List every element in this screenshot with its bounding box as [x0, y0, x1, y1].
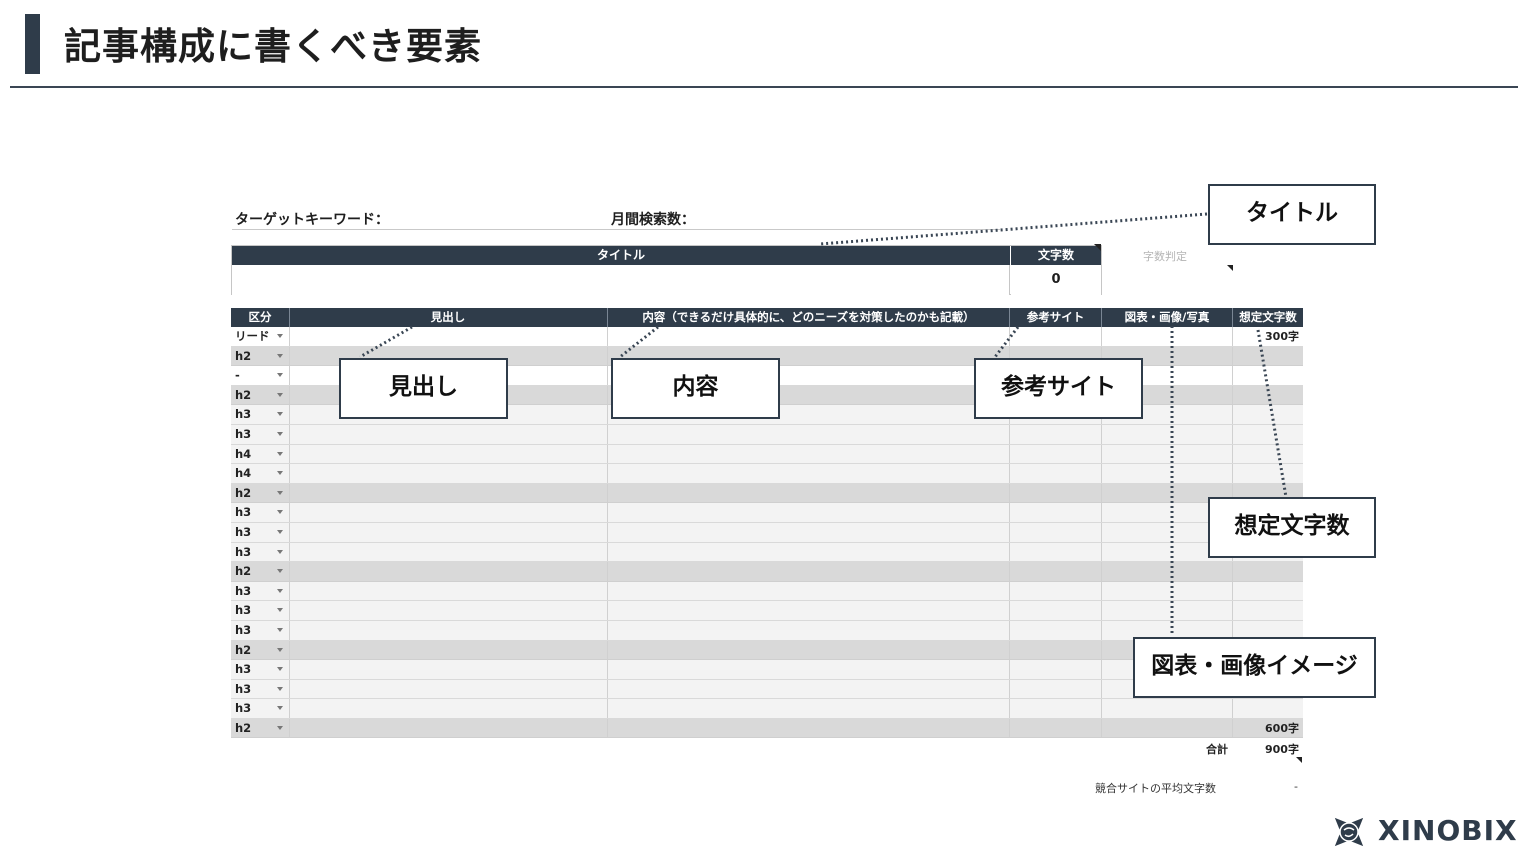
page-title: 記事構成に書くべき要素: [64, 25, 482, 68]
col-figure-header: 図表・画像/写真: [1124, 310, 1210, 324]
title-table: タイトル 文字数 0: [231, 245, 1102, 295]
callout-figure: 図表・画像イメージ: [1133, 637, 1376, 698]
expected-chars-cell[interactable]: 600字: [1265, 719, 1299, 738]
kubun-select[interactable]: h3: [235, 699, 251, 718]
title-accent-bar: [25, 14, 40, 74]
dropdown-arrow-icon[interactable]: [277, 451, 283, 456]
title-input-cell[interactable]: [232, 265, 1010, 295]
dropdown-arrow-icon[interactable]: [277, 686, 283, 691]
table-row: リード 300字: [231, 327, 1303, 347]
dropdown-arrow-icon[interactable]: [277, 334, 283, 338]
kubun-select[interactable]: h3: [235, 601, 251, 620]
dropdown-arrow-icon[interactable]: [277, 608, 283, 613]
col-content-header: 内容（できるだけ具体的に、どのニーズを対策したのかも記載）: [642, 310, 975, 324]
kubun-select[interactable]: h2: [235, 484, 251, 503]
kubun-select[interactable]: h3: [235, 660, 251, 679]
title-header: タイトル: [232, 246, 1010, 265]
dropdown-arrow-icon[interactable]: [277, 569, 283, 574]
dropdown-arrow-icon[interactable]: [277, 353, 283, 358]
col-reference-header: 参考サイト: [1026, 310, 1085, 324]
callout-title: タイトル: [1208, 184, 1376, 245]
dropdown-arrow-icon[interactable]: [277, 431, 283, 436]
kubun-select[interactable]: h2: [235, 719, 251, 738]
kubun-select[interactable]: h2: [235, 386, 251, 405]
dropdown-arrow-icon[interactable]: [277, 647, 283, 652]
kubun-select[interactable]: h3: [235, 582, 251, 601]
table-row: h3: [231, 522, 1303, 543]
competitor-avg-value: -: [1294, 780, 1298, 793]
kubun-select[interactable]: h2: [235, 347, 251, 366]
table-row: h3: [231, 601, 1303, 621]
total-label: 合計: [1206, 743, 1228, 756]
dropdown-arrow-icon[interactable]: [277, 725, 283, 730]
monthly-search-label: 月間検索数：: [611, 212, 695, 228]
kubun-select[interactable]: h4: [235, 445, 251, 464]
kubun-select[interactable]: h2: [235, 562, 251, 581]
table-row: h4: [231, 444, 1303, 465]
char-count-header: 文字数: [1011, 246, 1101, 265]
col-kubun-header: 区分: [248, 310, 272, 324]
dropdown-arrow-icon[interactable]: [277, 588, 283, 593]
dropdown-arrow-icon[interactable]: [277, 471, 283, 476]
title-divider: [10, 86, 1518, 88]
kubun-select[interactable]: h3: [235, 680, 251, 699]
kubun-select[interactable]: h3: [235, 425, 251, 444]
dropdown-arrow-icon[interactable]: [277, 490, 283, 495]
table-row: h3: [231, 581, 1303, 602]
table-row: h2: [231, 483, 1303, 504]
kubun-select[interactable]: h3: [235, 543, 251, 562]
ninja-star-logo-icon: [1334, 817, 1364, 847]
table-row: h3: [231, 424, 1303, 445]
kubun-select[interactable]: h4: [235, 464, 251, 483]
expected-chars-cell[interactable]: 300字: [1265, 327, 1299, 346]
total-value: 900字: [1265, 743, 1299, 756]
kubun-select[interactable]: h3: [235, 405, 251, 424]
kubun-select[interactable]: h2: [235, 641, 251, 660]
note-marker-icon: [1094, 244, 1101, 251]
callout-expected-chars: 想定文字数: [1208, 497, 1376, 558]
col-heading-header: 見出し: [430, 310, 466, 324]
kubun-select[interactable]: h3: [235, 503, 251, 522]
dropdown-arrow-icon[interactable]: [277, 549, 283, 554]
note-marker-icon: [1296, 757, 1302, 763]
dropdown-arrow-icon[interactable]: [277, 706, 283, 711]
table-row: h3: [231, 542, 1303, 563]
table-row: h3: [231, 503, 1303, 523]
dropdown-arrow-icon[interactable]: [277, 510, 283, 515]
table-row: h2: [231, 562, 1303, 582]
target-keyword-label: ターゲットキーワード：: [235, 212, 389, 228]
char-count-value: 0: [1011, 265, 1101, 295]
competitor-avg-label: 競合サイトの平均文字数: [1095, 782, 1216, 795]
kubun-select[interactable]: -: [235, 366, 240, 385]
dropdown-arrow-icon[interactable]: [277, 667, 283, 672]
callout-reference: 参考サイト: [974, 358, 1143, 419]
grid-header: 区分 見出し 内容（できるだけ具体的に、どのニーズを対策したのかも記載） 参考サ…: [231, 308, 1303, 327]
brand-name: XINOBIX: [1378, 814, 1518, 847]
kubun-select[interactable]: リード: [235, 327, 270, 346]
table-row: h4: [231, 464, 1303, 484]
kubun-select[interactable]: h3: [235, 621, 251, 640]
callout-content: 内容: [611, 358, 780, 419]
dropdown-arrow-icon[interactable]: [277, 412, 283, 417]
table-row: h2 600字: [231, 718, 1303, 739]
kubun-select[interactable]: h3: [235, 523, 251, 542]
callout-heading: 見出し: [339, 358, 508, 419]
col-expected-chars-header: 想定文字数: [1239, 310, 1297, 324]
dropdown-arrow-icon[interactable]: [277, 529, 283, 534]
dropdown-arrow-icon[interactable]: [277, 627, 283, 632]
char-judge-label: 字数判定: [1143, 250, 1187, 263]
note-marker-icon: [1227, 265, 1233, 271]
dropdown-arrow-icon[interactable]: [277, 373, 283, 378]
table-row: h3: [231, 699, 1303, 719]
keyword-underline: [232, 229, 1000, 230]
dropdown-arrow-icon[interactable]: [277, 392, 283, 397]
